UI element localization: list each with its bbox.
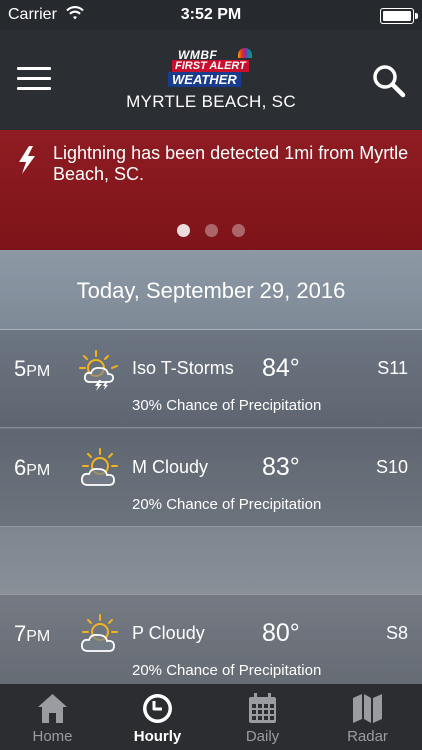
location-label[interactable]: MYRTLE BEACH, SC — [0, 92, 422, 112]
hour-ampm: PM — [26, 628, 51, 645]
hourly-forecast-list[interactable]: Today, September 29, 2016 5PM Iso T-Stor… — [0, 250, 422, 684]
weather-alert-banner[interactable]: Lightning has been detected 1mi from Myr… — [0, 130, 422, 250]
partly-cloudy-icon — [80, 614, 118, 652]
temperature: 84° — [262, 354, 300, 382]
home-icon — [38, 694, 67, 723]
page-dot[interactable] — [231, 224, 245, 237]
page-dot[interactable] — [204, 224, 218, 237]
calendar-icon — [249, 693, 276, 723]
logo-line-3: WEATHER — [168, 72, 241, 87]
wind: S11 — [377, 358, 408, 378]
hour-row[interactable]: 5PM Iso T-Storms 84° S11 30% Chance of P… — [0, 330, 422, 428]
date-header: Today, September 29, 2016 — [0, 250, 422, 330]
menu-line — [17, 87, 51, 90]
tab-label: Home — [32, 728, 73, 745]
temperature: 83° — [262, 453, 300, 481]
lightning-icon — [19, 146, 35, 174]
peacock-icon — [238, 48, 252, 58]
tab-home[interactable]: Home — [0, 684, 105, 750]
hour-row[interactable]: 6PM M Cloudy 83° S10 20% Chance of Preci… — [0, 429, 422, 527]
hour-time: 7PM — [14, 621, 50, 647]
station-logo: WMBF FIRST ALERT WEATHER — [168, 48, 254, 88]
status-bar: Carrier 3:52 PM — [0, 0, 422, 30]
hour-ampm: PM — [26, 462, 51, 479]
condition-label: P Cloudy — [132, 623, 205, 643]
app-header: WMBF FIRST ALERT WEATHER MYRTLE BEACH, S… — [0, 30, 422, 130]
hour-value: 5 — [14, 356, 27, 381]
wind: S8 — [385, 623, 408, 643]
hour-value: 6 — [14, 455, 27, 480]
precipitation-chance: 30% Chance of Precipitation — [132, 397, 322, 414]
battery-icon — [380, 8, 418, 24]
precipitation-chance: 20% Chance of Precipitation — [132, 496, 322, 513]
temperature: 80° — [262, 619, 300, 647]
hour-time: 6PM — [14, 455, 50, 481]
tab-hourly[interactable]: Hourly — [105, 684, 210, 750]
tab-daily[interactable]: Daily — [210, 684, 315, 750]
alert-page-indicator[interactable] — [0, 224, 422, 242]
wind: S10 — [375, 457, 408, 477]
hour-row[interactable]: 7PM P Cloudy 80° S8 20% Chance of Precip… — [0, 594, 422, 684]
tab-radar[interactable]: Radar — [315, 684, 420, 750]
logo-line-2: FIRST ALERT — [172, 60, 249, 72]
clock-time: 3:52 PM — [180, 6, 242, 23]
hour-value: 7 — [14, 621, 27, 646]
menu-line — [17, 67, 51, 70]
menu-button[interactable] — [17, 67, 51, 93]
forecast-date: Today, September 29, 2016 — [76, 278, 346, 303]
tab-label: Daily — [245, 728, 280, 745]
partly-cloudy-icon — [80, 448, 118, 486]
map-icon — [353, 694, 382, 723]
page-dot[interactable] — [177, 224, 191, 237]
clock-icon — [143, 694, 172, 723]
condition-label: Iso T-Storms — [132, 358, 234, 378]
precipitation-chance: 20% Chance of Precipitation — [132, 662, 322, 679]
sun-cloud-thunder-icon — [79, 350, 118, 391]
hour-ampm: PM — [26, 363, 51, 380]
menu-line — [17, 77, 51, 80]
hour-time: 5PM — [14, 356, 50, 382]
tab-label: Radar — [347, 728, 388, 745]
tab-bar: Home Hourly Daily Radar — [0, 684, 422, 750]
search-button[interactable] — [371, 63, 407, 99]
alert-message: Lightning has been detected 1mi from Myr… — [53, 143, 409, 184]
condition-label: M Cloudy — [132, 457, 209, 477]
tab-label: Hourly — [133, 728, 182, 745]
search-icon — [373, 65, 406, 98]
